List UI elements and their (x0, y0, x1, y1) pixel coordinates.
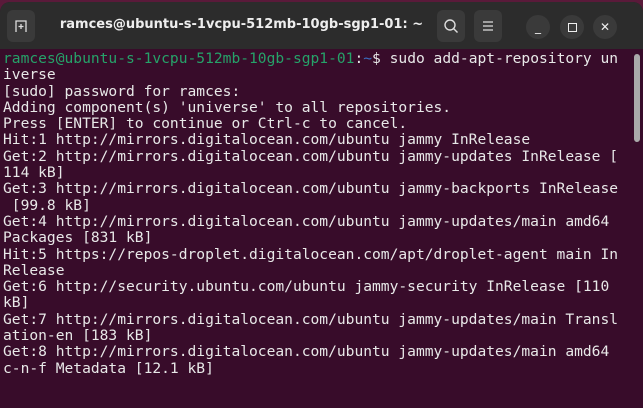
output-line: 114 kB] (3, 164, 65, 182)
output-line: Get:8 http://mirrors.digitalocean.com/ub… (3, 343, 610, 361)
output-line: Adding component(s) 'universe' to all re… (3, 98, 452, 116)
command-text: sudo add-apt-repository un (380, 50, 619, 67)
output-line: kB] (3, 294, 30, 312)
output-line: Press [ENTER] to continue or Ctrl-c to c… (3, 115, 408, 133)
output-line: ation-en [183 kB] (3, 327, 153, 345)
minimize-icon: _ (535, 20, 541, 34)
output-line: Get:2 http://mirrors.digitalocean.com/ub… (3, 147, 619, 165)
prompt-colon: : (354, 50, 364, 67)
close-icon: ✕ (599, 20, 611, 34)
prompt-symbol: $ (372, 50, 381, 67)
close-button[interactable]: ✕ (593, 15, 617, 39)
search-icon (444, 19, 458, 33)
prompt-user-host: ramces@ubuntu-s-1vcpu-512mb-10gb-sgp1-01 (3, 50, 355, 67)
output-line: Get:6 http://security.ubuntu.com/ubuntu … (3, 278, 610, 296)
terminal-window: ramces@ubuntu-s-1vcpu-512mb-10gb-sgp1-01… (0, 2, 643, 408)
maximize-button[interactable] (560, 15, 584, 39)
scrollbar[interactable] (634, 54, 640, 142)
output-line: Hit:5 https://repos-droplet.digitalocean… (3, 245, 619, 263)
output-line: iverse (3, 66, 56, 84)
output-line: Packages [831 kB] (3, 229, 153, 247)
search-button[interactable] (437, 10, 465, 42)
maximize-icon (567, 22, 577, 32)
output-line: Get:3 http://mirrors.digitalocean.com/ub… (3, 180, 619, 198)
prompt-line: ramces@ubuntu-s-1vcpu-512mb-10gb-sgp1-01… (3, 50, 631, 67)
output-line: c-n-f Metadata [12.1 kB] (3, 359, 214, 377)
output-line: [99.8 kB] (3, 196, 91, 214)
title-bar: ramces@ubuntu-s-1vcpu-512mb-10gb-sgp1-01… (0, 2, 643, 49)
prompt-path: ~ (363, 50, 373, 67)
output-line: Get:4 http://mirrors.digitalocean.com/ub… (3, 212, 610, 230)
minimize-button[interactable]: _ (526, 15, 550, 39)
output-line: Hit:1 http://mirrors.digitalocean.com/ub… (3, 131, 531, 149)
hamburger-icon (483, 21, 493, 31)
output-line: Get:7 http://mirrors.digitalocean.com/ub… (3, 310, 619, 328)
output-line: Release (3, 261, 65, 279)
menu-button[interactable] (474, 10, 502, 42)
output-line: [sudo] password for ramces: (3, 82, 241, 100)
terminal-output[interactable]: ramces@ubuntu-s-1vcpu-512mb-10gb-sgp1-01… (3, 50, 631, 377)
